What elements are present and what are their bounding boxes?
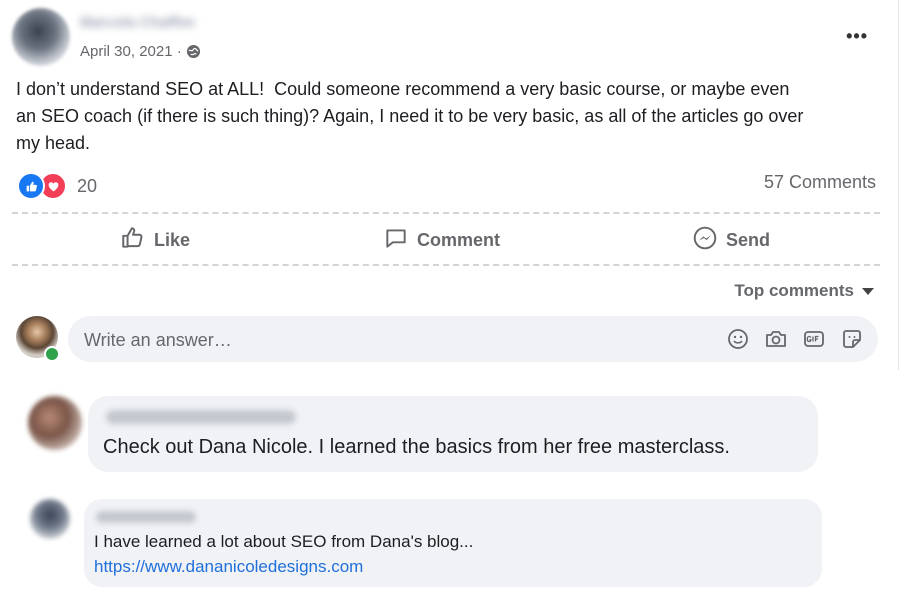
commenter-avatar[interactable] [28, 396, 82, 450]
thumbs-up-icon [120, 225, 146, 256]
messenger-icon [692, 225, 718, 256]
send-button[interactable]: Send [692, 222, 770, 258]
post-card: Marcela Chaffee April 30, 2021 · ••• I d… [0, 0, 899, 370]
comment-item: I have learned a lot about SEO from Dana… [0, 495, 900, 600]
post-date[interactable]: April 30, 2021 · [80, 43, 182, 60]
commenter-avatar[interactable] [30, 499, 70, 539]
like-label: Like [154, 229, 191, 250]
post-text: I don’t understand SEO at ALL! Could som… [16, 79, 804, 153]
online-status-dot [44, 346, 60, 362]
comment-bubble: Check out Dana Nicole. I learned the bas… [88, 396, 818, 472]
post-meta: April 30, 2021 · [80, 43, 201, 60]
author-name[interactable]: Marcela Chaffee [80, 14, 230, 31]
top-comments-dropdown[interactable]: Top comments [734, 281, 874, 301]
comment-bubble: I have learned a lot about SEO from Dana… [84, 499, 822, 587]
reactions-summary[interactable]: 20 [17, 172, 97, 200]
like-button[interactable]: Like [120, 222, 190, 258]
send-label: Send [726, 229, 771, 250]
comment-item: Check out Dana Nicole. I learned the bas… [0, 392, 900, 482]
input-icons [726, 327, 864, 351]
action-bar: Like Comment Send [0, 222, 898, 258]
write-answer-input[interactable] [82, 316, 706, 364]
like-reaction-icon [17, 172, 45, 200]
commenter-name[interactable] [106, 410, 296, 424]
sticker-icon[interactable] [840, 327, 864, 351]
comments-count-link[interactable]: 57 Comments [764, 172, 876, 193]
globe-icon [186, 44, 201, 59]
divider [12, 264, 880, 266]
author-avatar[interactable] [12, 8, 70, 66]
gif-icon[interactable] [802, 327, 826, 351]
write-answer-box [68, 316, 878, 364]
commenter-name[interactable] [96, 511, 196, 523]
comment-text: Check out Dana Nicole. I learned the bas… [103, 436, 730, 458]
sort-label: Top comments [734, 281, 854, 300]
reaction-count: 20 [77, 175, 98, 196]
comment-link[interactable]: https://www.dananicoledesigns.com [94, 557, 363, 577]
caret-down-icon [862, 287, 874, 295]
emoji-icon[interactable] [726, 327, 750, 351]
camera-icon[interactable] [764, 327, 788, 351]
comment-text: I have learned a lot about SEO from Dana… [94, 532, 474, 551]
comment-label: Comment [417, 229, 501, 250]
comment-button[interactable]: Comment [383, 222, 500, 258]
more-options-button[interactable]: ••• [846, 26, 868, 47]
divider [12, 212, 880, 214]
speech-bubble-icon [383, 225, 409, 256]
